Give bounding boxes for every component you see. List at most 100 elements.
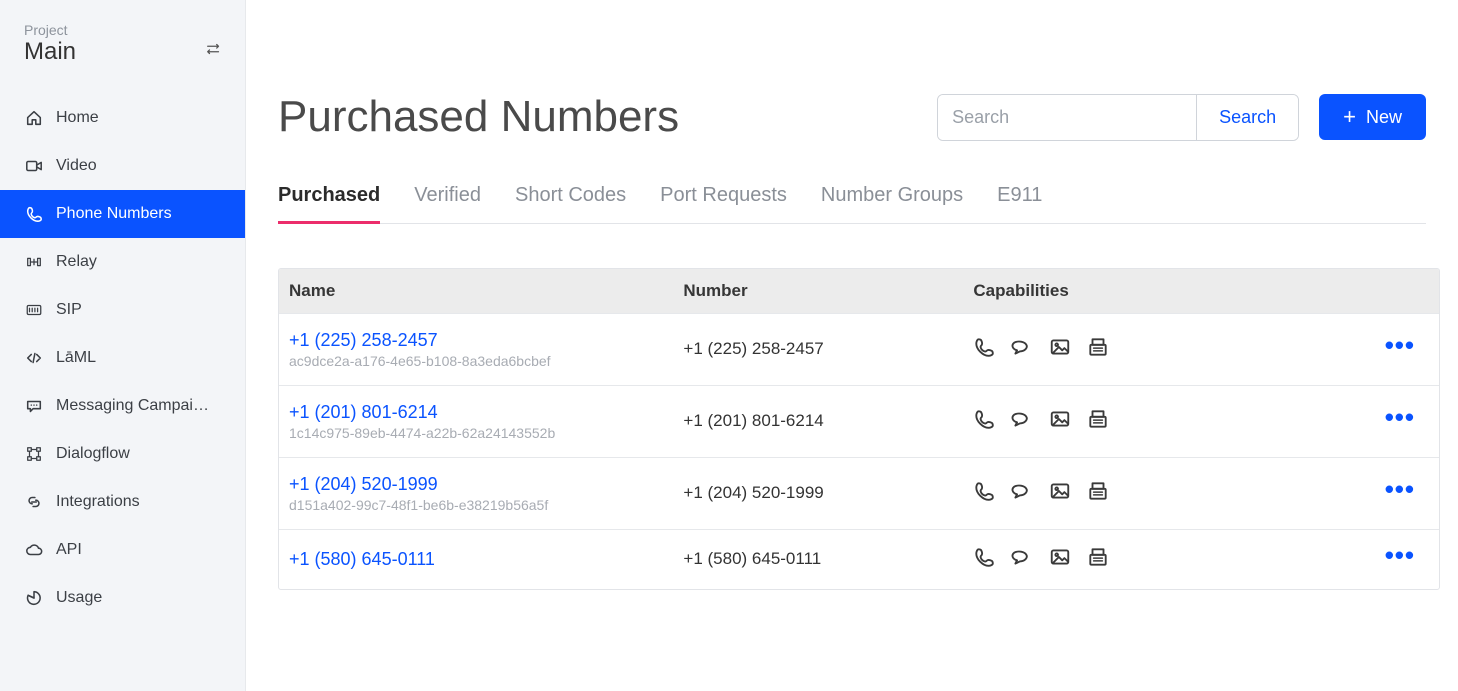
row-actions-menu[interactable]: •••	[1385, 540, 1415, 570]
column-capabilities: Capabilities	[963, 269, 1334, 314]
search-input[interactable]	[938, 95, 1196, 140]
sms-icon	[1011, 336, 1033, 363]
tab-port-requests[interactable]: Port Requests	[660, 184, 787, 223]
capabilities	[973, 336, 1324, 363]
sidebar-item-api[interactable]: API	[0, 526, 245, 574]
link-icon	[24, 493, 44, 511]
number-name-link[interactable]: +1 (201) 801-6214	[289, 402, 663, 423]
sidebar-item-dialogflow[interactable]: Dialogflow	[0, 430, 245, 478]
number-value: +1 (580) 645-0111	[673, 529, 963, 589]
tab-number-groups[interactable]: Number Groups	[821, 184, 963, 223]
sidebar-item-label: Phone Numbers	[56, 205, 221, 223]
sms-icon	[1011, 546, 1033, 573]
tab-verified[interactable]: Verified	[414, 184, 481, 223]
sidebar-item-label: API	[56, 541, 221, 559]
sidebar: Project Main Home Video Phone Numbers Re…	[0, 0, 246, 691]
new-button[interactable]: + New	[1319, 94, 1426, 140]
project-label: Project	[24, 22, 221, 38]
table-row: +1 (580) 645-0111 +1 (580) 645-0111 •••	[279, 529, 1439, 589]
sms-icon	[1011, 408, 1033, 435]
sidebar-item-label: Video	[56, 157, 221, 175]
column-number: Number	[673, 269, 963, 314]
row-actions-menu[interactable]: •••	[1385, 330, 1415, 360]
number-value: +1 (204) 520-1999	[673, 457, 963, 529]
code-icon	[24, 349, 44, 367]
sidebar-item-usage[interactable]: Usage	[0, 574, 245, 622]
mms-icon	[1049, 546, 1071, 573]
sidebar-item-label: Usage	[56, 589, 221, 607]
table-header-row: Name Number Capabilities	[279, 269, 1439, 314]
voice-icon	[973, 336, 995, 363]
mms-icon	[1049, 480, 1071, 507]
sidebar-item-label: LāML	[56, 349, 221, 367]
numbers-table: Name Number Capabilities +1 (225) 258-24…	[278, 268, 1440, 590]
tab-purchased[interactable]: Purchased	[278, 184, 380, 224]
video-icon	[24, 157, 44, 175]
sidebar-item-label: Messaging Campai…	[56, 397, 221, 415]
mms-icon	[1049, 408, 1071, 435]
voice-icon	[973, 480, 995, 507]
project-switcher[interactable]: Project Main	[0, 0, 245, 76]
tab-e911[interactable]: E911	[997, 184, 1042, 223]
new-button-label: New	[1366, 107, 1402, 128]
header-actions: Search + New	[937, 94, 1426, 141]
sidebar-item-label: Relay	[56, 253, 221, 271]
number-name-link[interactable]: +1 (204) 520-1999	[289, 474, 663, 495]
sidebar-item-relay[interactable]: Relay	[0, 238, 245, 286]
number-id: d151a402-99c7-48f1-be6b-e38219b56a5f	[289, 497, 663, 513]
sidebar-item-integrations[interactable]: Integrations	[0, 478, 245, 526]
capabilities	[973, 408, 1324, 435]
plus-icon: +	[1343, 106, 1356, 128]
sidebar-item-home[interactable]: Home	[0, 94, 245, 142]
project-name: Main	[24, 38, 221, 66]
message-icon	[24, 397, 44, 415]
tabs: Purchased Verified Short Codes Port Requ…	[278, 184, 1426, 224]
row-actions-menu[interactable]: •••	[1385, 402, 1415, 432]
number-name-link[interactable]: +1 (225) 258-2457	[289, 330, 663, 351]
number-name-link[interactable]: +1 (580) 645-0111	[289, 549, 663, 570]
table-row: +1 (204) 520-1999 d151a402-99c7-48f1-be6b…	[279, 457, 1439, 529]
sip-icon	[24, 301, 44, 319]
page-title: Purchased Numbers	[278, 92, 679, 142]
search-button[interactable]: Search	[1196, 95, 1298, 140]
mms-icon	[1049, 336, 1071, 363]
sidebar-item-label: Dialogflow	[56, 445, 221, 463]
number-id: ac9dce2a-a176-4e65-b108-8a3eda6bcbef	[289, 353, 663, 369]
column-name: Name	[279, 269, 673, 314]
sidebar-item-phone-numbers[interactable]: Phone Numbers	[0, 190, 245, 238]
chart-icon	[24, 589, 44, 607]
sidebar-nav: Home Video Phone Numbers Relay SIP LāML …	[0, 94, 245, 622]
number-value: +1 (225) 258-2457	[673, 313, 963, 385]
main-content: Purchased Numbers Search + New Purchased…	[246, 0, 1458, 691]
search-group: Search	[937, 94, 1299, 141]
sidebar-item-label: SIP	[56, 301, 221, 319]
capabilities	[973, 546, 1324, 573]
sms-icon	[1011, 480, 1033, 507]
sidebar-item-label: Integrations	[56, 493, 221, 511]
sidebar-item-messaging-campaigns[interactable]: Messaging Campai…	[0, 382, 245, 430]
capabilities	[973, 480, 1324, 507]
fax-icon	[1087, 480, 1109, 507]
cloud-icon	[24, 541, 44, 559]
dialogflow-icon	[24, 445, 44, 463]
fax-icon	[1087, 408, 1109, 435]
column-actions	[1335, 269, 1439, 314]
tab-short-codes[interactable]: Short Codes	[515, 184, 626, 223]
sidebar-item-label: Home	[56, 109, 221, 127]
voice-icon	[973, 546, 995, 573]
sidebar-item-video[interactable]: Video	[0, 142, 245, 190]
relay-icon	[24, 253, 44, 271]
home-icon	[24, 109, 44, 127]
sidebar-item-laml[interactable]: LāML	[0, 334, 245, 382]
switch-project-icon[interactable]	[205, 40, 223, 61]
phone-icon	[24, 205, 44, 223]
number-id: 1c14c975-89eb-4474-a22b-62a24143552b	[289, 425, 663, 441]
table-row: +1 (225) 258-2457 ac9dce2a-a176-4e65-b108…	[279, 313, 1439, 385]
table-row: +1 (201) 801-6214 1c14c975-89eb-4474-a22b…	[279, 385, 1439, 457]
sidebar-item-sip[interactable]: SIP	[0, 286, 245, 334]
fax-icon	[1087, 546, 1109, 573]
number-value: +1 (201) 801-6214	[673, 385, 963, 457]
page-header: Purchased Numbers Search + New	[246, 0, 1458, 142]
row-actions-menu[interactable]: •••	[1385, 474, 1415, 504]
voice-icon	[973, 408, 995, 435]
